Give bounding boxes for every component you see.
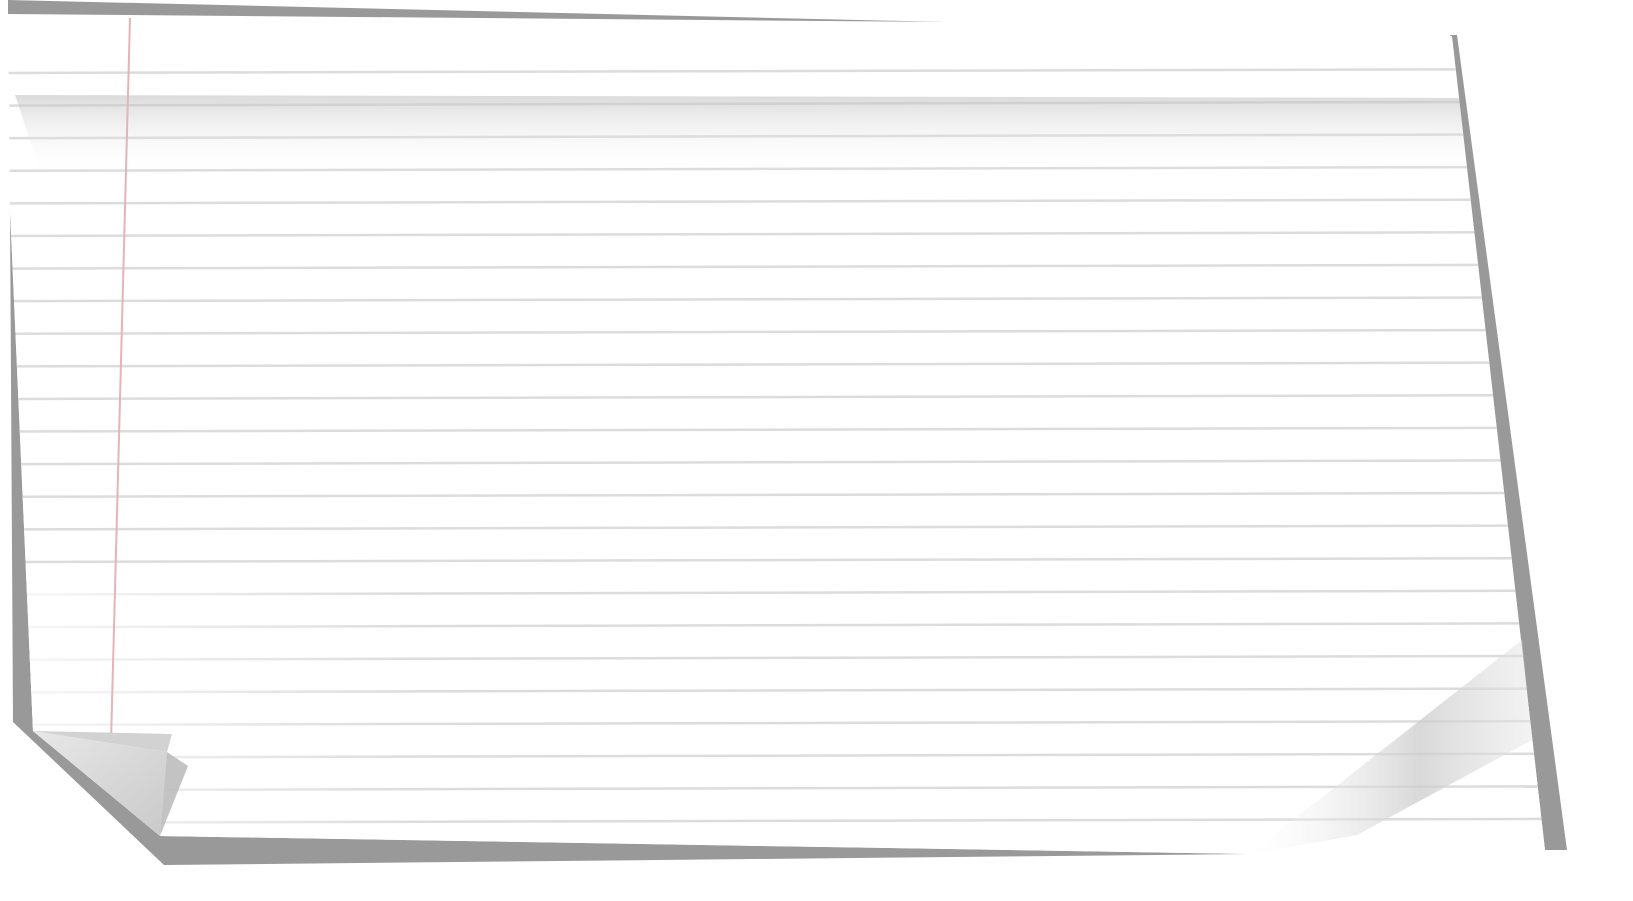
left-edge-fade [8,570,420,854]
lined-paper-illustration [8,0,1567,865]
top-fold-shadow [15,95,1500,175]
curled-corner-icon [33,731,188,836]
